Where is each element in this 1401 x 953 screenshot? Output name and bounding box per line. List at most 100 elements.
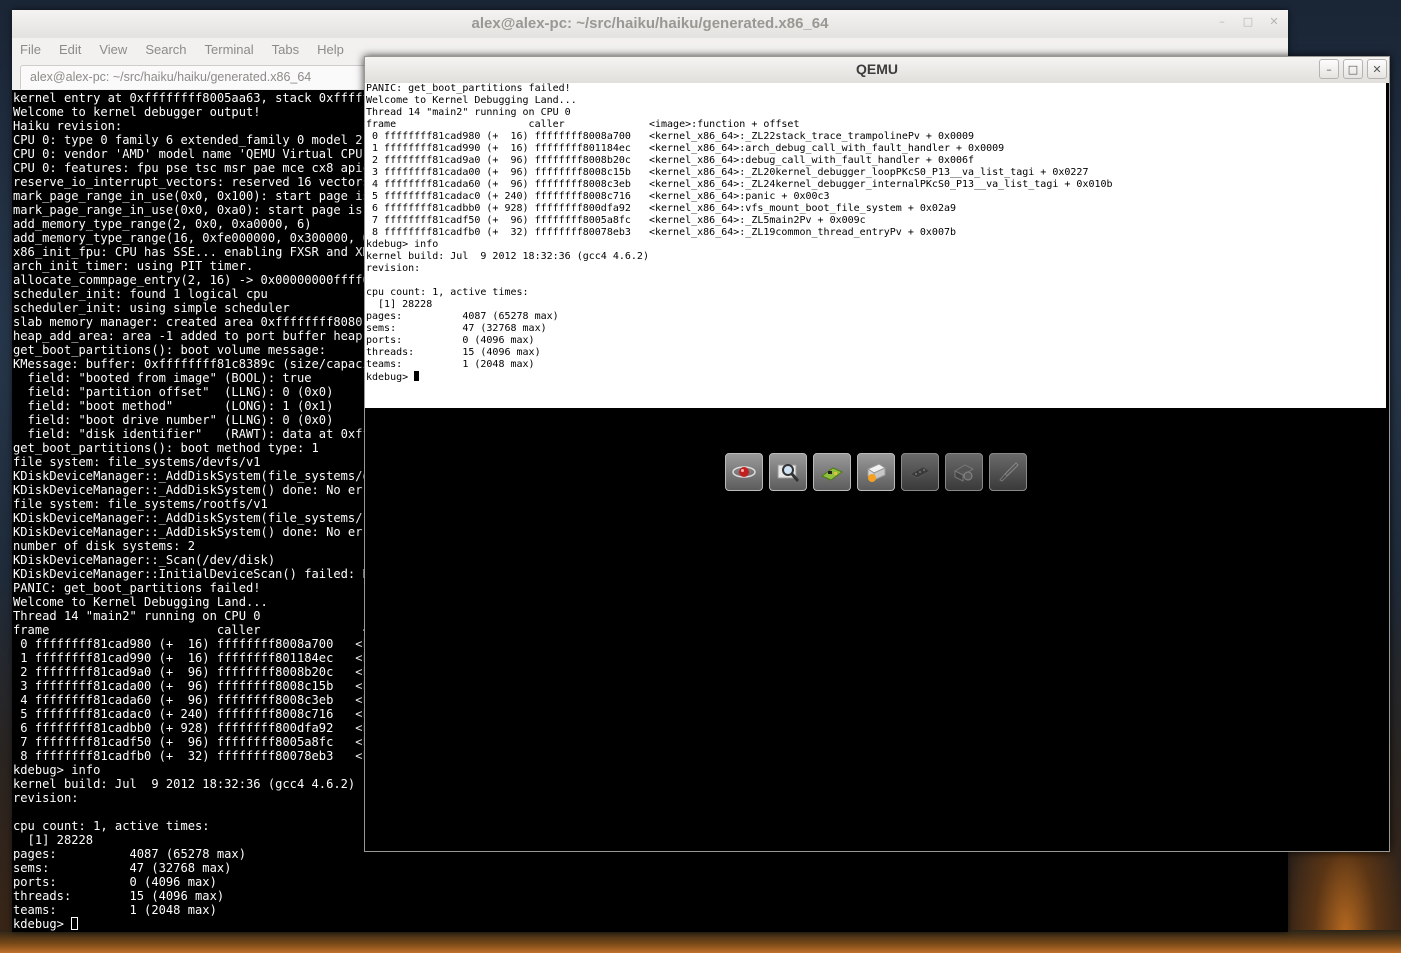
qemu-close-icon[interactable]: ✕	[1367, 59, 1387, 79]
terminal-line: 7 ffffffff81cadf50 (+ 96) ffffffff8005a8…	[13, 735, 378, 749]
terminal-line: mark_page_range_in_use(0x0, 0x100): star…	[13, 189, 370, 203]
qemu-screen-line: teams: 1 (2048 max)	[366, 359, 535, 370]
terminal-line: kernel build: Jul 9 2012 18:32:36 (gcc4 …	[13, 777, 356, 791]
terminal-line: KDiskDeviceManager::_AddDiskSystem(file_…	[13, 469, 378, 483]
terminal-line: get_boot_partitions(): boot method type:…	[13, 441, 319, 455]
terminal-line: slab memory manager: created area 0xffff…	[13, 315, 378, 329]
terminal-line: cpu count: 1, active times:	[13, 819, 210, 833]
disk-mount-icon	[901, 453, 939, 491]
terminal-line: get_boot_partitions(): boot volume messa…	[13, 343, 327, 357]
terminal-line: KDiskDeviceManager::_Scan(/dev/disk)	[13, 553, 276, 567]
menu-tabs[interactable]: Tabs	[272, 42, 299, 57]
terminal-title: alex@alex-pc: ~/src/haiku/haiku/generate…	[471, 15, 829, 32]
terminal-line: file system: file_systems/devfs/v1	[13, 455, 261, 469]
qemu-screen-line: 6 ffffffff81cadbb0 (+ 928) ffffffff800df…	[366, 203, 957, 214]
terminal-line: kernel entry at 0xffffffff8005aa63, stac…	[13, 91, 378, 105]
qemu-screen-line: revision:	[366, 263, 421, 274]
terminal-line: allocate_commpage_entry(2, 16) -> 0x0000…	[13, 273, 378, 287]
terminal-titlebar[interactable]: alex@alex-pc: ~/src/haiku/haiku/generate…	[12, 10, 1288, 38]
disk-boot-icon	[857, 453, 895, 491]
terminal-line: Thread 14 "main2" running on CPU 0	[13, 609, 261, 623]
qemu-screen-line: cpu count: 1, active times:	[366, 287, 529, 298]
menu-edit[interactable]: Edit	[59, 42, 81, 57]
terminal-line: 4 ffffffff81cada60 (+ 96) ffffffff8008c3…	[13, 693, 378, 707]
drivers-card-icon	[813, 453, 851, 491]
terminal-line: [1] 28228	[13, 833, 94, 847]
terminal-line: 3 ffffffff81cada00 (+ 96) ffffffff8008c1…	[13, 679, 378, 693]
qemu-screen-line	[366, 275, 1113, 287]
terminal-tab[interactable]: alex@alex-pc: ~/src/haiku/haiku/generate…	[20, 65, 377, 89]
terminal-line: sems: 47 (32768 max)	[13, 861, 232, 875]
qemu-screen-line: 7 ffffffff81cadf50 (+ 96) ffffffff8005a8…	[366, 215, 866, 226]
terminal-line: scheduler_init: found 1 logical cpu	[13, 287, 268, 301]
terminal-line: file system: file_systems/rootfs/v1	[13, 497, 268, 511]
close-icon[interactable]: ✕	[1268, 16, 1280, 28]
terminal-line: pages: 4087 (65278 max)	[13, 847, 246, 861]
terminal-line: PANIC: get_boot_partitions failed!	[13, 581, 261, 595]
terminal-line: field: "disk identifier" (RAWT): data at…	[13, 427, 378, 441]
terminal-line: Haiku revision:	[13, 119, 123, 133]
qemu-prompt: kdebug>	[366, 372, 415, 383]
qemu-debug-screen[interactable]: PANIC: get_boot_partitions failed! Welcom…	[365, 83, 1386, 408]
terminal-line: CPU 0: vendor 'AMD' model name 'QEMU Vir…	[13, 147, 378, 161]
qemu-screen-line: 8 ffffffff81cadfb0 (+ 32) ffffffff80078e…	[366, 227, 957, 238]
terminal-line: arch_init_timer: using PIT timer.	[13, 259, 254, 273]
terminal-line: 0 ffffffff81cad980 (+ 16) ffffffff8008a7…	[13, 637, 378, 651]
terminal-line: KDiskDeviceManager::InitialDeviceScan() …	[13, 567, 378, 581]
desktop-wallpaper-city	[0, 930, 1401, 953]
qemu-minimize-icon[interactable]: –	[1319, 59, 1339, 79]
terminal-line: 1 ffffffff81cad990 (+ 16) ffffffff801184…	[13, 651, 378, 665]
terminal-line: 2 ffffffff81cad9a0 (+ 96) ffffffff8008b2…	[13, 665, 378, 679]
qemu-cursor	[414, 371, 420, 381]
terminal-line: Welcome to kernel debugger output!	[13, 105, 261, 119]
qemu-screen-line: 2 ffffffff81cad9a0 (+ 96) ffffffff8008b2…	[366, 155, 975, 166]
terminal-line: Welcome to Kernel Debugging Land...	[13, 595, 268, 609]
terminal-line: teams: 1 (2048 max)	[13, 903, 217, 917]
qemu-screen-line: kdebug> info	[366, 239, 439, 250]
qemu-screen-line: frame caller <image>:function + offset	[366, 119, 800, 130]
qemu-screen-line: threads: 15 (4096 max)	[366, 347, 541, 358]
qemu-titlebar[interactable]: QEMU – □ ✕	[365, 57, 1389, 83]
minimize-icon[interactable]: –	[1216, 16, 1228, 28]
terminal-prompt-line[interactable]: kdebug>	[13, 917, 384, 931]
terminal-line: KDiskDeviceManager::_AddDiskSystem() don…	[13, 525, 378, 539]
gears-icon	[945, 453, 983, 491]
terminal-line: 8 ffffffff81cadfb0 (+ 32) ffffffff80078e…	[13, 749, 378, 763]
qemu-screen-line: sems: 47 (32768 max)	[366, 323, 547, 334]
qemu-screen-line: Thread 14 "main2" running on CPU 0	[366, 107, 571, 118]
qemu-prompt-line[interactable]: kdebug>	[366, 371, 1113, 383]
qemu-screen-line: PANIC: get_boot_partitions failed!	[366, 83, 571, 94]
terminal-line: number of disk systems: 2	[13, 539, 196, 553]
terminal-line: x86_init_fpu: CPU has SSE... enabling FX…	[13, 245, 378, 259]
qemu-screen-line: 4 ffffffff81cada60 (+ 96) ffffffff8008c3…	[366, 179, 1113, 190]
terminal-line: field: "partition offset" (LLNG): 0 (0x0…	[13, 385, 334, 399]
qemu-screen-line: 5 ffffffff81cadac0 (+ 240) ffffffff8008c…	[366, 191, 830, 202]
terminal-line: add_memory_type_range(2, 0x0, 0xa0000, 6…	[13, 217, 312, 231]
qemu-screen-line: Welcome to Kernel Debugging Land...	[366, 95, 577, 106]
qemu-title: QEMU	[856, 61, 898, 77]
haiku-logo-icon	[725, 453, 763, 491]
terminal-tab-label: alex@alex-pc: ~/src/haiku/haiku/generate…	[30, 70, 312, 84]
qemu-window[interactable]: QEMU – □ ✕ PANIC: get_boot_partitions fa…	[364, 56, 1390, 852]
maximize-icon[interactable]: □	[1242, 16, 1254, 28]
terminal-line: kdebug> info	[13, 763, 101, 777]
terminal-line: frame caller <im	[13, 623, 385, 637]
terminal-line: mark_page_range_in_use(0x0, 0xa0): start…	[13, 203, 378, 217]
qemu-screen-line: 3 ffffffff81cada00 (+ 96) ffffffff8008c1…	[366, 167, 1089, 178]
terminal-prompt: kdebug>	[13, 917, 72, 931]
menu-terminal[interactable]: Terminal	[205, 42, 254, 57]
qemu-maximize-icon[interactable]: □	[1343, 59, 1363, 79]
terminal-line: field: "boot method" (LONG): 1 (0x1)	[13, 399, 334, 413]
haiku-boot-progress	[725, 453, 1027, 491]
menu-search[interactable]: Search	[145, 42, 186, 57]
menu-file[interactable]: File	[20, 42, 41, 57]
qemu-screen-line: 0 ffffffff81cad980 (+ 16) ffffffff8008a7…	[366, 131, 975, 142]
menu-help[interactable]: Help	[317, 42, 344, 57]
terminal-line: field: "boot drive number" (LLNG): 0 (0x…	[13, 413, 334, 427]
terminal-line: CPU 0: type 0 family 6 extended_family 0…	[13, 133, 378, 147]
menu-view[interactable]: View	[99, 42, 127, 57]
terminal-line: KDiskDeviceManager::_AddDiskSystem() don…	[13, 483, 378, 497]
terminal-cursor	[71, 917, 79, 930]
terminal-line: CPU 0: features: fpu pse tsc msr pae mce…	[13, 161, 370, 175]
qemu-screen-line: [1] 28228	[366, 299, 433, 310]
